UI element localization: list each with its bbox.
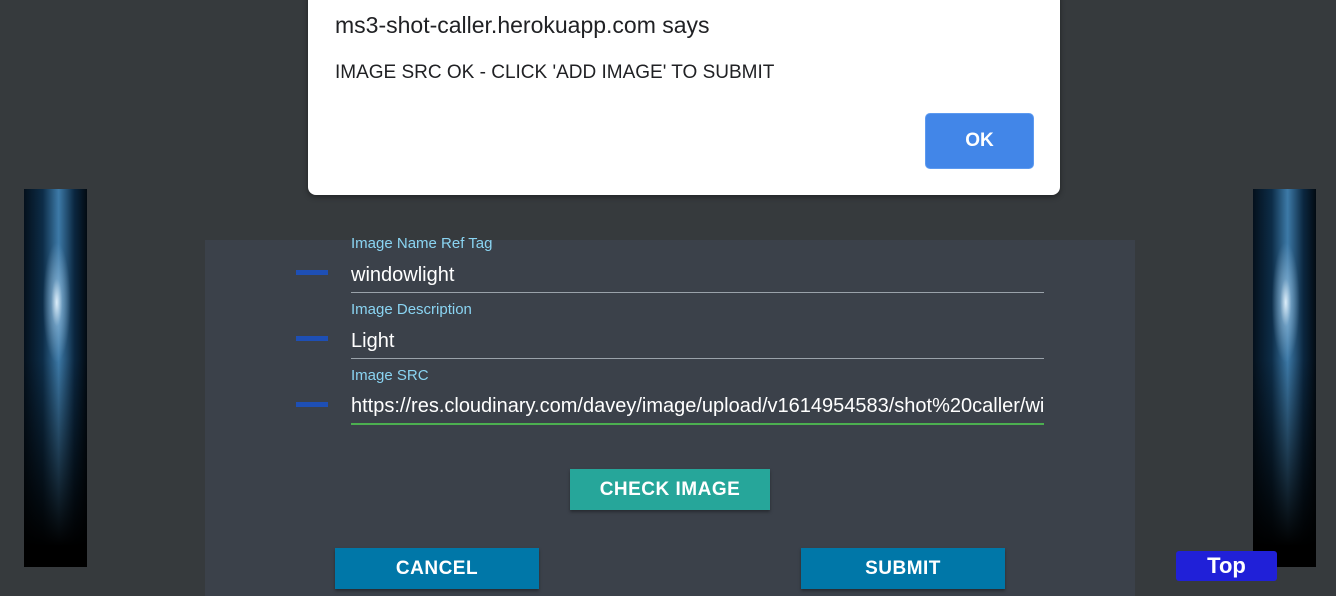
right-window-light-image bbox=[1253, 189, 1316, 567]
image-src-input[interactable] bbox=[351, 390, 1044, 425]
image-name-label: Image Name Ref Tag bbox=[351, 235, 493, 252]
dialog-title: ms3-shot-caller.herokuapp.com says bbox=[335, 12, 710, 38]
check-image-button[interactable]: CHECK IMAGE bbox=[570, 469, 770, 510]
description-icon bbox=[296, 336, 328, 341]
add-image-form: Image Name Ref Tag Image Description Ima… bbox=[205, 235, 1135, 596]
image-name-field: Image Name Ref Tag bbox=[205, 235, 1135, 314]
tag-icon bbox=[296, 270, 328, 275]
submit-button[interactable]: SUBMIT bbox=[801, 548, 1005, 589]
link-icon bbox=[296, 402, 328, 407]
alert-dialog: ms3-shot-caller.herokuapp.com says IMAGE… bbox=[308, 0, 1060, 195]
image-description-field: Image Description bbox=[205, 301, 1135, 380]
image-description-label: Image Description bbox=[351, 301, 472, 318]
dialog-message: IMAGE SRC OK - CLICK 'ADD IMAGE' TO SUBM… bbox=[335, 62, 775, 83]
ok-button[interactable]: OK bbox=[925, 113, 1034, 169]
image-name-input[interactable] bbox=[351, 258, 1044, 293]
image-description-input[interactable] bbox=[351, 324, 1044, 359]
image-src-field: Image SRC bbox=[205, 367, 1135, 446]
back-to-top-button[interactable]: Top bbox=[1176, 551, 1277, 581]
image-src-label: Image SRC bbox=[351, 367, 429, 384]
page: Image Name Ref Tag Image Description Ima… bbox=[0, 0, 1336, 596]
cancel-button[interactable]: CANCEL bbox=[335, 548, 539, 589]
left-window-light-image bbox=[24, 189, 87, 567]
